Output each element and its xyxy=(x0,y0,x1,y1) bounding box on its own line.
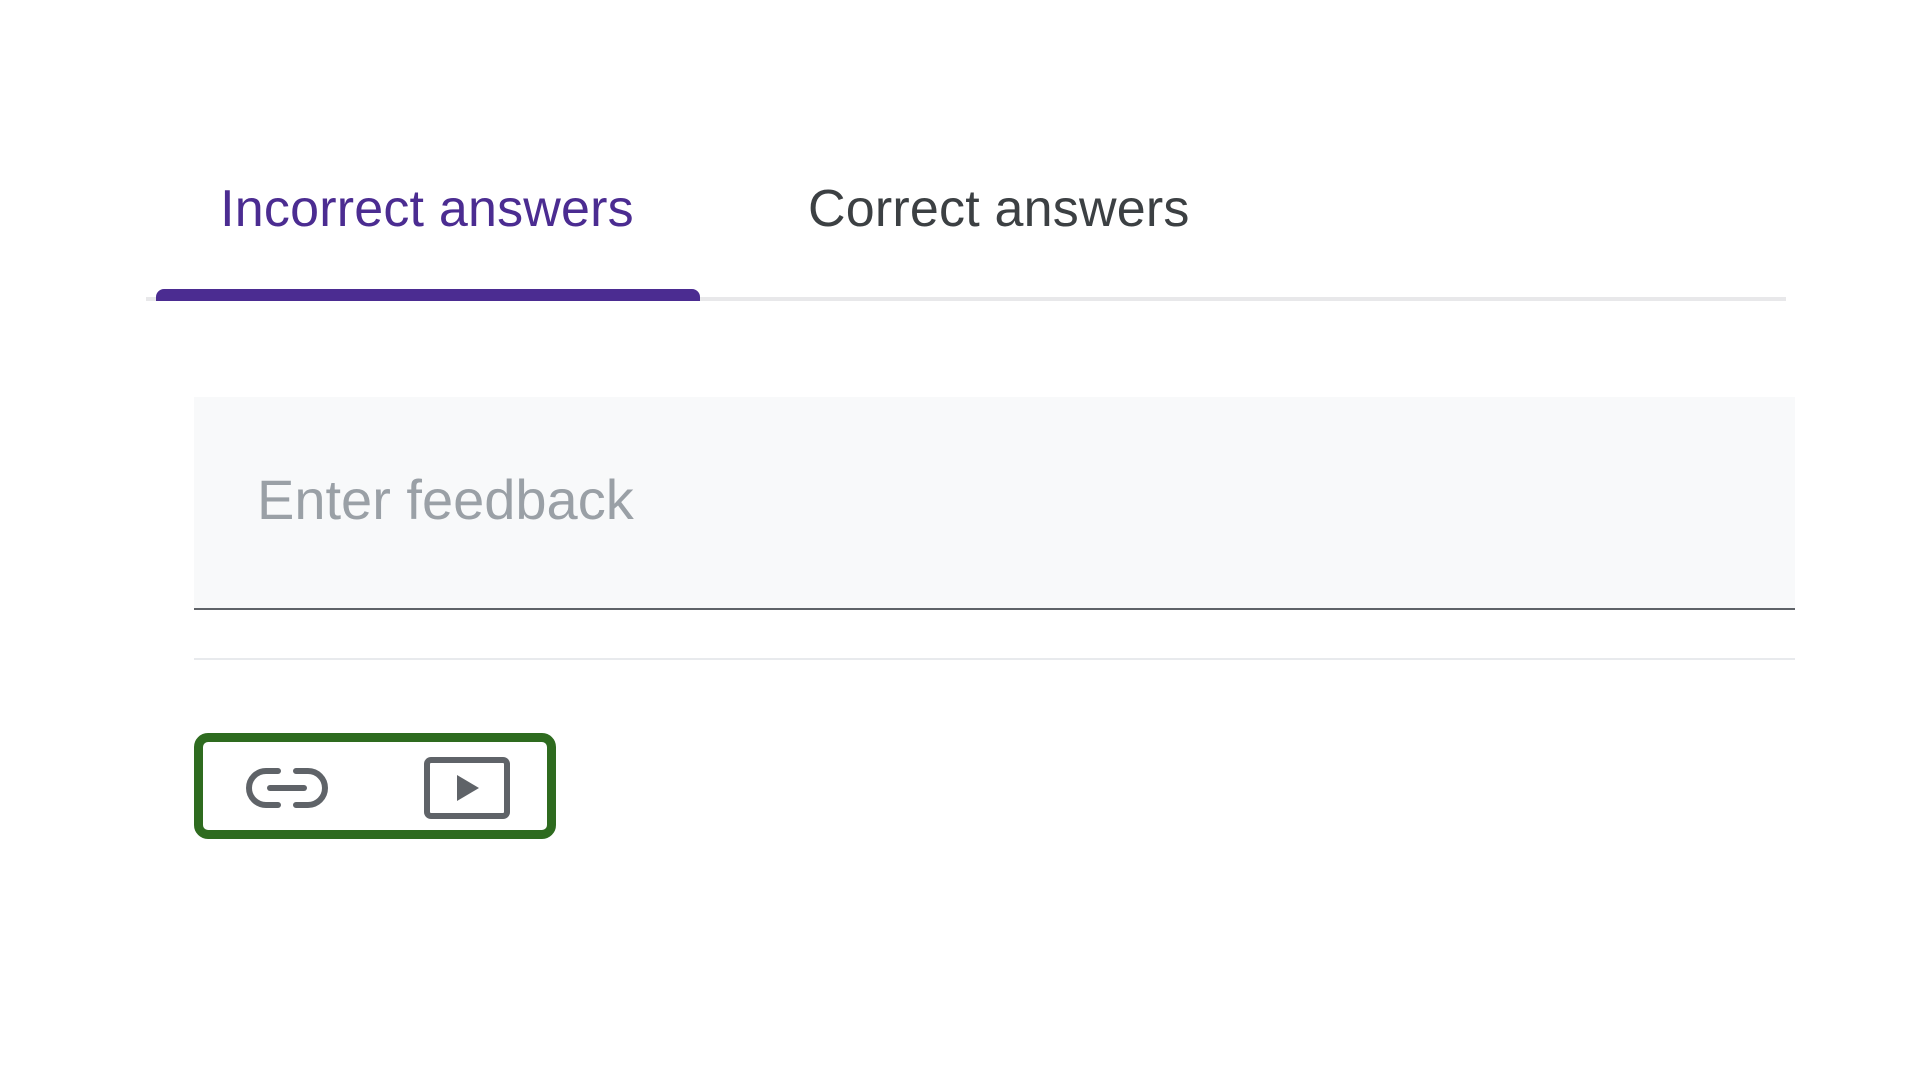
feedback-input[interactable] xyxy=(257,459,1737,539)
attachment-toolbar-highlight xyxy=(194,733,556,839)
add-video-button[interactable] xyxy=(421,756,513,820)
tab-correct-answers[interactable]: Correct answers xyxy=(760,144,1238,274)
link-icon xyxy=(246,768,328,808)
field-divider xyxy=(194,658,1795,660)
answer-tabs: Incorrect answers Correct answers xyxy=(146,150,1786,300)
video-icon xyxy=(424,757,510,819)
tab-correct-answers-label: Correct answers xyxy=(808,180,1190,238)
active-tab-indicator xyxy=(156,289,700,301)
tab-incorrect-answers[interactable]: Incorrect answers xyxy=(156,144,698,274)
tab-incorrect-answers-label: Incorrect answers xyxy=(220,180,634,238)
feedback-panel: Incorrect answers Correct answers xyxy=(0,0,1920,1080)
feedback-field[interactable] xyxy=(194,397,1795,610)
add-link-button[interactable] xyxy=(241,756,333,820)
